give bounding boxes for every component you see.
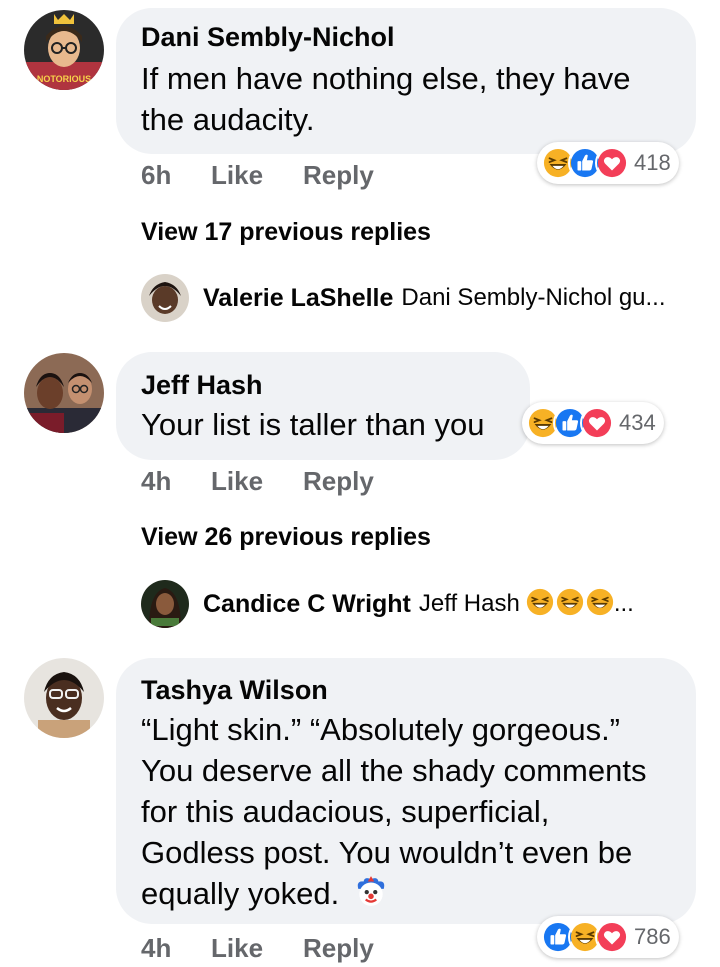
comment-text-line: Godless post. You wouldn’t even be: [141, 835, 633, 870]
comment-timestamp[interactable]: 4h: [141, 933, 171, 964]
like-button[interactable]: Like: [211, 160, 263, 191]
view-previous-replies-link[interactable]: View 17 previous replies: [141, 218, 431, 247]
laugh-emoji-icon: [586, 588, 614, 621]
reaction-summary[interactable]: 434: [522, 402, 664, 444]
reaction-count: 418: [634, 150, 671, 175]
comment-author[interactable]: Jeff Hash: [141, 370, 263, 401]
comment-author[interactable]: Dani Sembly-Nichol: [141, 22, 395, 53]
clown-emoji-icon: [354, 874, 388, 918]
love-emoji-icon: [595, 146, 629, 180]
latest-reply-preview[interactable]: Valerie LaShelle Dani Sembly-Nichol gu..…: [141, 274, 666, 322]
avatar-photo-icon: [141, 274, 189, 322]
love-emoji-icon: [580, 406, 614, 440]
reply-snippet: Dani Sembly-Nichol gu...: [401, 284, 666, 311]
comment-text-line: Your list is taller than you: [141, 407, 485, 442]
avatar-illustration-icon: NOTORIOUS: [24, 10, 104, 90]
love-emoji-icon: [595, 920, 629, 954]
comment-text-line: If men have nothing else, they have: [141, 61, 631, 96]
svg-text:NOTORIOUS: NOTORIOUS: [37, 74, 91, 84]
like-button[interactable]: Like: [211, 933, 263, 964]
reaction-summary[interactable]: 786: [537, 916, 679, 958]
reply-snippet: Jeff Hash: [418, 590, 520, 617]
like-button[interactable]: Like: [211, 466, 263, 497]
avatar-candice[interactable]: [141, 580, 189, 628]
comment-text-line: the audacity.: [141, 102, 315, 137]
reaction-summary[interactable]: 418: [537, 142, 679, 184]
comment-text-line: equally yoked.: [141, 873, 388, 918]
reply-button[interactable]: Reply: [303, 933, 374, 964]
avatar-jeff[interactable]: [24, 353, 104, 433]
reply-snippet-ellipsis: ...: [613, 590, 634, 617]
comment-author[interactable]: Tashya Wilson: [141, 675, 328, 706]
reaction-count: 434: [619, 410, 656, 435]
laugh-emoji-icon: [556, 588, 584, 621]
latest-reply-preview[interactable]: Candice C Wright Jeff Hash ...: [141, 580, 634, 628]
comment-text-line: for this audacious, superficial,: [141, 794, 550, 829]
reply-author[interactable]: Candice C Wright: [203, 590, 411, 619]
view-previous-replies-link[interactable]: View 26 previous replies: [141, 523, 431, 552]
comment-timestamp[interactable]: 6h: [141, 160, 171, 191]
avatar-dani[interactable]: NOTORIOUS: [24, 10, 104, 90]
comment-text-line: You deserve all the shady comments: [141, 753, 647, 788]
comment-text-line: “Light skin.” “Absolutely gorgeous.”: [141, 712, 621, 747]
avatar-tashya[interactable]: [24, 658, 104, 738]
reply-author[interactable]: Valerie LaShelle: [203, 284, 393, 313]
avatar-photo-icon: [141, 580, 189, 628]
comment-timestamp[interactable]: 4h: [141, 466, 171, 497]
reply-button[interactable]: Reply: [303, 160, 374, 191]
avatar-valerie[interactable]: [141, 274, 189, 322]
reaction-count: 786: [634, 924, 671, 949]
reply-button[interactable]: Reply: [303, 466, 374, 497]
avatar-photo-icon: [24, 353, 104, 433]
comment-text-fragment: equally yoked.: [141, 876, 340, 911]
avatar-photo-icon: [24, 658, 104, 738]
laugh-emoji-icon: [526, 588, 554, 621]
